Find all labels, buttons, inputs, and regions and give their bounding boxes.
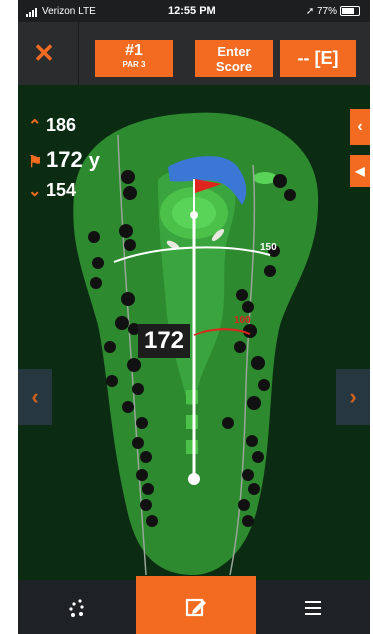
chevron-right-icon: › <box>349 384 357 409</box>
marker-150-label: 150 <box>260 242 277 253</box>
hamburger-menu-icon <box>305 601 321 615</box>
chevron-left-icon: ‹ <box>357 118 363 135</box>
next-hole-button[interactable]: › <box>336 369 370 425</box>
bottom-navigation <box>18 576 370 634</box>
sound-toggle-button[interactable]: ◀ <box>350 155 370 187</box>
tee-box <box>186 390 198 404</box>
hole-number: #1 <box>125 42 143 59</box>
network-type: LTE <box>78 6 96 18</box>
center-distance: ⚑ 172 y <box>28 147 100 173</box>
top-bar: ✕ #1 PAR 3 Enter Score -- [E] <box>18 22 370 85</box>
tee-box <box>186 440 198 454</box>
center-distance-value: 172 <box>46 147 83 172</box>
tee-box <box>186 415 198 429</box>
speaker-icon: ◀ <box>355 164 365 178</box>
collapse-panel-button[interactable]: ‹ <box>350 109 370 145</box>
status-bar: Verizon LTE 12:55 PM ➚ 77% <box>18 0 370 22</box>
marker-100-label: 100 <box>234 315 251 326</box>
back-distance: ⌄ 154 <box>28 180 76 201</box>
chevron-left-icon: ‹ <box>31 384 39 409</box>
enter-score-line2: Score <box>215 59 253 74</box>
signal-icon <box>26 6 38 17</box>
front-distance: ⌃ 186 <box>28 115 76 136</box>
target-distance-label: 172 <box>138 324 190 358</box>
hole-map[interactable]: ⌃ 186 ⚑ 172 y ⌄ 154 ‹ ◀ ‹ › 172 150 100 <box>18 85 370 580</box>
carrier: Verizon LTE <box>26 6 96 17</box>
back-distance-value: 154 <box>46 180 77 200</box>
battery-status: ➚ 77% <box>306 6 360 17</box>
status-time: 12:55 PM <box>168 5 216 17</box>
hole-selector-button[interactable]: #1 PAR 3 <box>95 40 173 77</box>
front-distance-value: 186 <box>46 115 77 135</box>
hole-par: PAR 3 <box>122 60 146 69</box>
battery-icon <box>340 6 360 17</box>
enter-score-line1: Enter <box>217 44 251 59</box>
flag-small-icon: ⚑ <box>28 154 43 171</box>
enter-score-button[interactable]: Enter Score <box>195 40 273 77</box>
carrier-name: Verizon <box>42 6 76 18</box>
total-score-button[interactable]: -- [E] <box>280 40 356 77</box>
close-icon: ✕ <box>33 38 55 68</box>
tab-scorecard[interactable] <box>136 576 256 634</box>
distance-unit: y <box>88 150 100 172</box>
tab-menu[interactable] <box>256 580 370 634</box>
edit-score-icon <box>185 598 206 617</box>
previous-hole-button[interactable]: ‹ <box>18 369 52 425</box>
chevron-up-icon: ⌃ <box>28 118 42 135</box>
app-frame: Verizon LTE 12:55 PM ➚ 77% ✕ #1 PAR 3 En… <box>18 0 370 634</box>
tab-shots[interactable] <box>18 580 136 634</box>
close-button[interactable]: ✕ <box>28 37 60 69</box>
location-arrow-icon: ➚ <box>305 6 315 17</box>
footsteps-icon <box>69 599 84 617</box>
ball-position[interactable] <box>188 473 200 485</box>
chevron-down-icon: ⌄ <box>28 183 42 200</box>
battery-percent: 77% <box>316 6 337 17</box>
divider <box>78 22 79 85</box>
